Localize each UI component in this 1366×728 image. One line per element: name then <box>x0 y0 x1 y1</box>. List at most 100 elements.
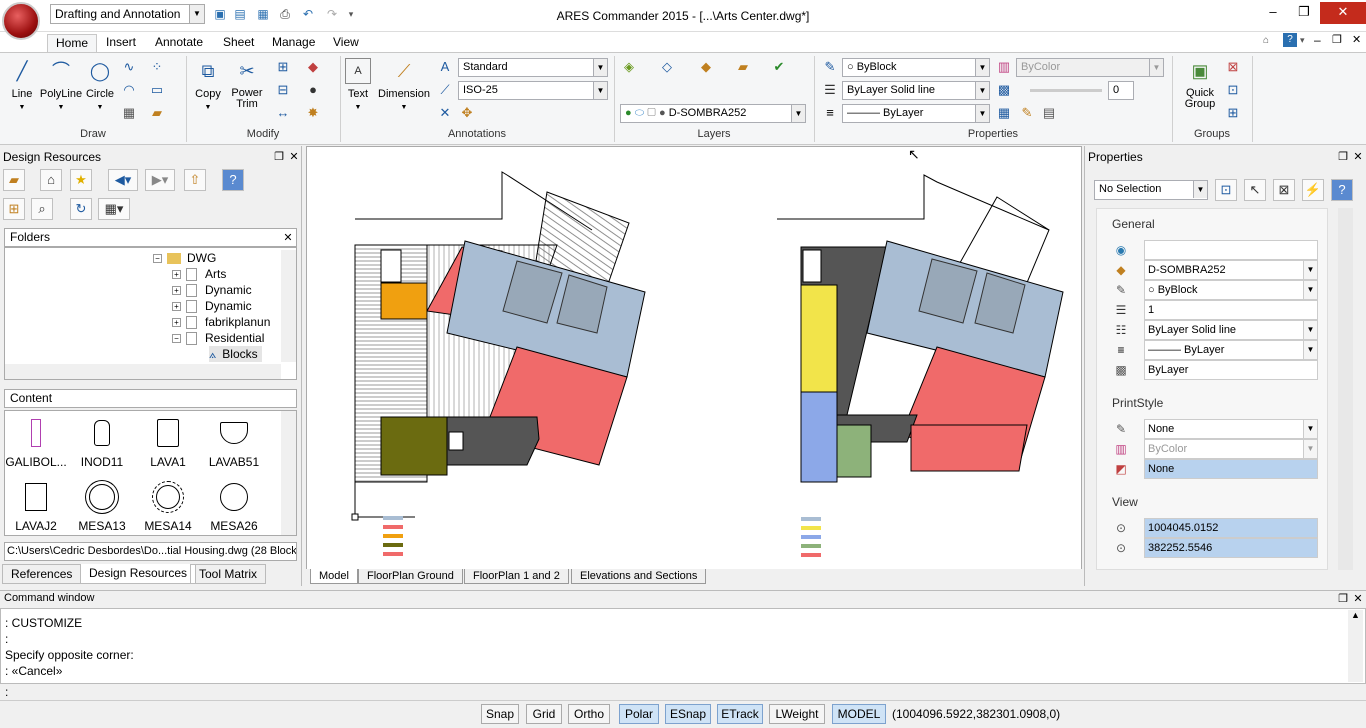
close-button[interactable]: ✕ <box>1320 2 1366 24</box>
home-icon[interactable]: ⌂ <box>40 169 62 191</box>
close-panel-icon[interactable]: ✕ <box>1351 150 1365 164</box>
help-menu-icon[interactable]: ▾ <box>1300 35 1305 46</box>
float-panel-icon[interactable]: ❐ <box>1336 150 1350 164</box>
circle-button[interactable]: ◯ Circle ▼ <box>78 56 122 120</box>
selection-select[interactable]: No Selection ▼ <box>1094 180 1208 200</box>
command-vscroll[interactable]: ▲ <box>1348 610 1363 682</box>
forward-icon[interactable]: ▶▾ <box>145 169 175 191</box>
quick-group-button[interactable]: ▣ Quick Group <box>1178 56 1222 120</box>
tree-item-dynamic[interactable]: + Dynamic <box>172 298 252 314</box>
prop-lineweight-field[interactable]: ——— ByLayer ▼ <box>1144 340 1318 360</box>
etrack-toggle[interactable]: ETrack <box>717 704 763 724</box>
tab-floorplan-ground[interactable]: FloorPlan Ground <box>358 569 463 584</box>
tree-item-residential[interactable]: − Residential <box>172 330 264 346</box>
properties-vscroll[interactable] <box>1338 208 1353 570</box>
lweight-toggle[interactable]: LWeight <box>769 704 825 724</box>
select-objects-icon[interactable]: ↖ <box>1244 179 1266 201</box>
polar-toggle[interactable]: Polar <box>619 704 659 724</box>
doc-restore-button[interactable]: ❐ <box>1332 33 1342 46</box>
transparency-value[interactable]: 0 <box>1108 81 1134 100</box>
help-icon[interactable]: ? <box>222 169 244 191</box>
tab-view[interactable]: View <box>325 34 367 52</box>
up-folder-icon[interactable]: ⇧ <box>184 169 206 191</box>
tab-tool-matrix[interactable]: Tool Matrix <box>190 564 267 584</box>
dim-style-select[interactable]: ISO-25 ▼ <box>458 81 608 100</box>
tab-floorplan-1-and-2[interactable]: FloorPlan 1 and 2 <box>464 569 569 584</box>
block-item[interactable]: LAVAJ2 <box>5 475 67 535</box>
tree-item-arts[interactable]: + Arts <box>172 266 226 282</box>
tree-item-dwg[interactable]: − DWG <box>153 250 216 266</box>
grid-toggle[interactable]: Grid <box>526 704 562 724</box>
fillet-icon[interactable]: ● <box>304 81 322 99</box>
text-style-select[interactable]: Standard ▼ <box>458 58 608 77</box>
tab-insert[interactable]: Insert <box>98 34 144 52</box>
tab-design-resources[interactable]: Design Resources <box>80 564 197 584</box>
folders-hscroll[interactable] <box>5 364 281 379</box>
close-panel-icon[interactable]: ✕ <box>1351 592 1365 606</box>
collapse-icon[interactable]: − <box>153 254 162 264</box>
preview-icon[interactable]: ⌕ <box>31 198 53 220</box>
snap-toggle[interactable]: Snap <box>481 704 519 724</box>
tab-annotate[interactable]: Annotate <box>147 34 211 52</box>
prop-transparency-field[interactable]: ByLayer <box>1144 360 1318 380</box>
tree-item-blocks[interactable]: ⟑ Blocks <box>209 346 262 362</box>
erase-icon[interactable]: ◆ <box>304 58 322 76</box>
brush-icon[interactable]: ✎ <box>1018 104 1036 122</box>
power-trim-button[interactable]: ✂ Power Trim <box>226 56 268 120</box>
block-item[interactable]: MESA26 <box>203 475 265 535</box>
refresh-icon[interactable]: ↻ <box>70 198 92 220</box>
table-icon[interactable]: ▦ <box>995 104 1013 122</box>
prop-view-x-field[interactable]: 1004045.0152 <box>1144 518 1318 538</box>
linestyle-select[interactable]: ByLayer Solid line ▼ <box>842 81 990 100</box>
arc-icon[interactable]: ◠ <box>120 81 138 99</box>
collapse-icon[interactable]: − <box>172 334 181 344</box>
folders-vscroll[interactable] <box>281 250 296 362</box>
float-panel-icon[interactable]: ❐ <box>272 150 286 164</box>
expand-icon[interactable]: + <box>172 270 181 280</box>
explode-icon[interactable]: ✸ <box>304 104 322 122</box>
mirror-icon[interactable]: ⊟ <box>274 81 292 99</box>
filter-icon[interactable]: ⚡ <box>1302 179 1324 201</box>
tab-model[interactable]: Model <box>310 569 358 584</box>
app-logo-icon[interactable] <box>2 2 40 40</box>
group-select-icon[interactable]: ⊞ <box>1224 104 1242 122</box>
tab-elevations-and-sections[interactable]: Elevations and Sections <box>571 569 707 584</box>
leader-icon[interactable]: ✕ <box>436 104 454 122</box>
transparency-slider[interactable] <box>1030 89 1102 92</box>
prop-printcolor-field[interactable]: ByColor ▼ <box>1144 439 1318 459</box>
prop-color-field[interactable] <box>1144 240 1318 260</box>
prop-printstyle-field[interactable]: None ▼ <box>1144 419 1318 439</box>
close-folders-icon[interactable]: ✕ <box>281 231 295 245</box>
layer-states-icon[interactable]: ◇ <box>658 58 676 76</box>
block-item[interactable]: MESA14 <box>137 475 199 535</box>
text-button[interactable]: A Text ▼ <box>340 56 376 120</box>
prop-entity-color-field[interactable]: ○ ByBlock ▼ <box>1144 280 1318 300</box>
drawing-canvas[interactable] <box>306 146 1082 570</box>
layer-lock-icon[interactable]: ▰ <box>734 58 752 76</box>
hatch-icon[interactable]: ▦ <box>120 104 138 122</box>
prop-linestyle-field[interactable]: ByLayer Solid line ▼ <box>1144 320 1318 340</box>
doc-minimize-button[interactable]: – <box>1314 33 1321 47</box>
color-select[interactable]: ○ ByBlock ▼ <box>842 58 990 77</box>
print-color-select[interactable]: ByColor ▼ <box>1016 58 1164 77</box>
prop-layer-field[interactable]: D-SOMBRA252 ▼ <box>1144 260 1318 280</box>
content-vscroll[interactable] <box>281 411 296 535</box>
doc-close-button[interactable]: ✕ <box>1352 33 1361 46</box>
quick-select-icon[interactable]: ⊠ <box>1273 179 1295 201</box>
help-icon[interactable]: ? <box>1331 179 1353 201</box>
array-icon[interactable]: ⊞ <box>274 58 292 76</box>
tab-sheet[interactable]: Sheet <box>215 34 262 52</box>
esnap-toggle[interactable]: ESnap <box>665 704 711 724</box>
points-icon[interactable]: ⁘ <box>148 58 166 76</box>
tab-references[interactable]: References <box>2 564 82 584</box>
stretch-icon[interactable]: ↔ <box>274 104 292 122</box>
block-item[interactable]: GALIBOL... <box>5 411 67 471</box>
lineweight-select[interactable]: ——— ByLayer ▼ <box>842 104 990 123</box>
block-item[interactable]: LAVAB51 <box>203 411 265 471</box>
collapse-ribbon-icon[interactable]: ⌂ <box>1263 35 1269 46</box>
block-item[interactable]: INOD11 <box>71 411 133 471</box>
maximize-button[interactable]: ❐ <box>1289 2 1319 24</box>
model-toggle[interactable]: MODEL <box>832 704 886 724</box>
spline-icon[interactable]: ∿ <box>120 58 138 76</box>
close-panel-icon[interactable]: ✕ <box>287 150 301 164</box>
